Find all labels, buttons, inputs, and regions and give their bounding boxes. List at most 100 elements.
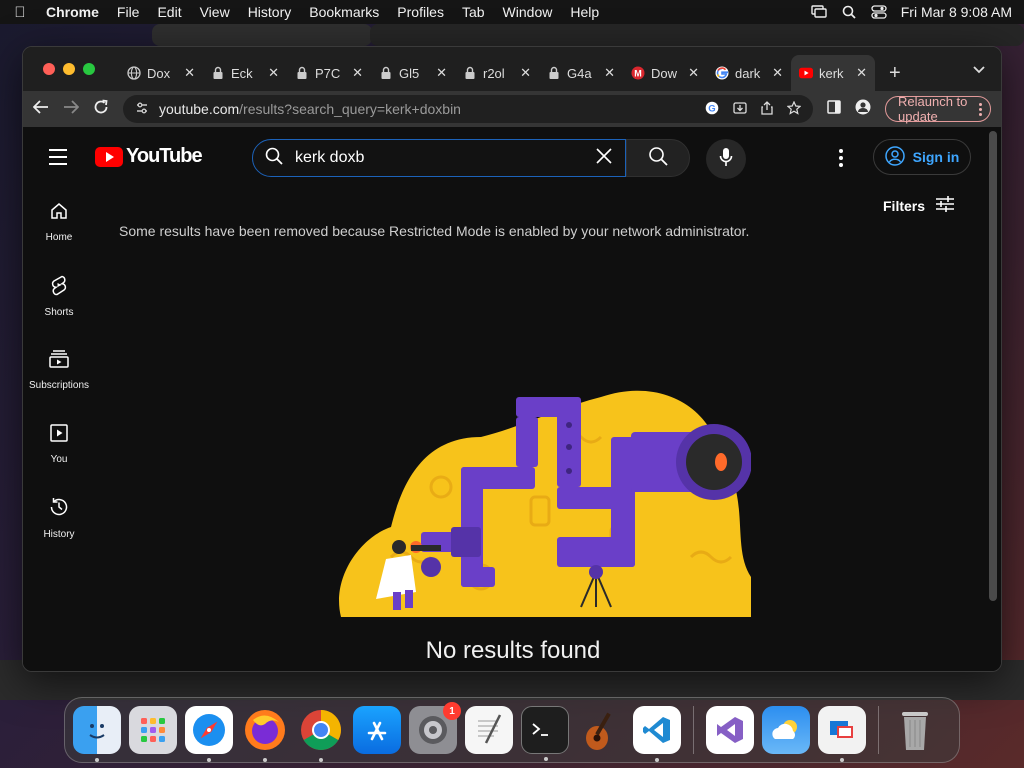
settings-menu-icon[interactable]: [839, 149, 843, 167]
running-indicator: [655, 758, 659, 762]
spotlight-search-icon[interactable]: [841, 5, 857, 19]
menu-help[interactable]: Help: [570, 4, 599, 20]
tab-g4a[interactable]: G4a ✕: [539, 57, 623, 89]
search-button[interactable]: [626, 139, 690, 177]
search-query[interactable]: kerk doxb: [295, 149, 583, 167]
control-center-icon[interactable]: [871, 5, 887, 19]
site-info-icon[interactable]: [135, 101, 149, 118]
side-panel-icon[interactable]: [827, 99, 841, 119]
notification-badge: 1: [443, 702, 461, 720]
filters-button[interactable]: Filters: [883, 195, 955, 216]
tab-close-icon[interactable]: ✕: [688, 65, 699, 81]
voice-search-button[interactable]: [706, 139, 746, 179]
dock-terminal-icon[interactable]: [521, 706, 569, 761]
google-lens-icon[interactable]: G: [705, 101, 719, 118]
tab-label: Eck: [231, 65, 253, 81]
microphone-icon: [719, 147, 733, 172]
history-icon: [48, 496, 70, 523]
tab-kerk-active[interactable]: kerk ✕: [791, 55, 875, 91]
tab-p7c[interactable]: P7C ✕: [287, 57, 371, 89]
more-menu-icon[interactable]: [979, 102, 982, 116]
zoom-window-button[interactable]: [83, 63, 95, 75]
menu-profiles[interactable]: Profiles: [397, 4, 444, 20]
svg-text:M: M: [634, 69, 642, 79]
relaunch-update-button[interactable]: Relaunch to update: [885, 94, 991, 124]
dock-system-settings-icon[interactable]: 1: [409, 702, 461, 754]
lock-icon: [463, 66, 477, 80]
sidebar-item-home[interactable]: Home: [23, 185, 95, 259]
tab-close-icon[interactable]: ✕: [184, 65, 195, 81]
sidebar-item-history[interactable]: History: [23, 481, 95, 555]
dock-textedit-icon[interactable]: [465, 706, 513, 754]
new-tab-button[interactable]: +: [889, 62, 901, 85]
bookmark-star-icon[interactable]: [786, 100, 802, 118]
menu-file[interactable]: File: [117, 4, 140, 20]
tab-dow[interactable]: M Dow ✕: [623, 57, 707, 89]
menu-app-name[interactable]: Chrome: [46, 4, 99, 20]
share-icon[interactable]: [761, 100, 773, 118]
reload-button[interactable]: [93, 99, 109, 120]
tab-eck[interactable]: Eck ✕: [203, 57, 287, 89]
search-input[interactable]: kerk doxb: [252, 139, 626, 177]
tab-close-icon[interactable]: ✕: [352, 65, 363, 81]
running-indicator: [319, 758, 323, 762]
window-controls: [43, 63, 95, 75]
tab-search-chevron-icon[interactable]: [973, 63, 985, 77]
tab-r2ol[interactable]: r2ol ✕: [455, 57, 539, 89]
sidebar-item-label: Subscriptions: [28, 380, 90, 391]
tab-close-icon[interactable]: ✕: [268, 65, 279, 81]
tab-close-icon[interactable]: ✕: [604, 65, 615, 81]
dock-launchpad-icon[interactable]: [129, 706, 177, 754]
tab-label: Dow: [651, 65, 678, 81]
dock-garageband-icon[interactable]: [577, 706, 625, 754]
sign-in-button[interactable]: Sign in: [873, 139, 971, 175]
dock-vscode-icon[interactable]: [633, 706, 681, 762]
profile-avatar-icon[interactable]: [855, 99, 871, 120]
menu-bookmarks[interactable]: Bookmarks: [309, 4, 379, 20]
running-indicator: [263, 758, 267, 762]
tab-gl5[interactable]: Gl5 ✕: [371, 57, 455, 89]
screen-mirroring-icon[interactable]: [811, 5, 827, 19]
dock-firefox-icon[interactable]: [241, 706, 289, 762]
dock-visual-studio-icon[interactable]: [706, 706, 754, 754]
tab-close-icon[interactable]: ✕: [520, 65, 531, 81]
no-results-illustration: [331, 377, 752, 617]
menu-edit[interactable]: Edit: [157, 4, 181, 20]
minimize-window-button[interactable]: [63, 63, 75, 75]
clear-search-icon[interactable]: [595, 145, 613, 171]
menu-tab[interactable]: Tab: [462, 4, 485, 20]
dock-weather-icon[interactable]: [762, 706, 810, 754]
sidebar-item-subscriptions[interactable]: Subscriptions: [23, 333, 95, 407]
menu-window[interactable]: Window: [503, 4, 553, 20]
dock-app-store-icon[interactable]: [353, 706, 401, 754]
lock-icon: [295, 66, 309, 80]
dock-safari-icon[interactable]: [185, 706, 233, 762]
dock-chrome-icon[interactable]: [297, 706, 345, 762]
tab-list: Dox ✕ Eck ✕ P7C ✕ Gl5 ✕ r2ol ✕ G4a ✕ M D…: [119, 55, 901, 91]
dock-trash-icon[interactable]: [891, 706, 939, 754]
menu-bar:  Chrome File Edit View History Bookmark…: [0, 0, 1024, 24]
clock[interactable]: Fri Mar 8 9:08 AM: [901, 4, 1012, 20]
tab-close-icon[interactable]: ✕: [436, 65, 447, 81]
hamburger-menu-icon[interactable]: [49, 149, 67, 170]
back-button[interactable]: [32, 99, 49, 119]
forward-button[interactable]: [63, 99, 80, 119]
close-window-button[interactable]: [43, 63, 55, 75]
mega-icon: M: [631, 66, 645, 80]
tab-close-icon[interactable]: ✕: [772, 65, 783, 81]
tab-dox[interactable]: Dox ✕: [119, 57, 203, 89]
tab-close-icon[interactable]: ✕: [856, 65, 867, 81]
sidebar-item-you[interactable]: You: [23, 407, 95, 481]
install-app-icon[interactable]: [733, 101, 747, 118]
dock-remote-desktop-icon[interactable]: [818, 706, 866, 762]
sidebar-item-shorts[interactable]: Shorts: [23, 259, 95, 333]
globe-icon: [127, 66, 141, 80]
menu-view[interactable]: View: [200, 4, 230, 20]
apple-menu-icon[interactable]: : [12, 4, 28, 21]
tab-dark[interactable]: dark ✕: [707, 57, 791, 89]
dock-finder-icon[interactable]: [73, 706, 121, 762]
page-scrollbar[interactable]: [989, 131, 997, 601]
youtube-logo[interactable]: YouTube: [95, 145, 203, 168]
address-bar[interactable]: youtube.com/results?search_query=kerk+do…: [123, 95, 813, 123]
menu-history[interactable]: History: [248, 4, 292, 20]
